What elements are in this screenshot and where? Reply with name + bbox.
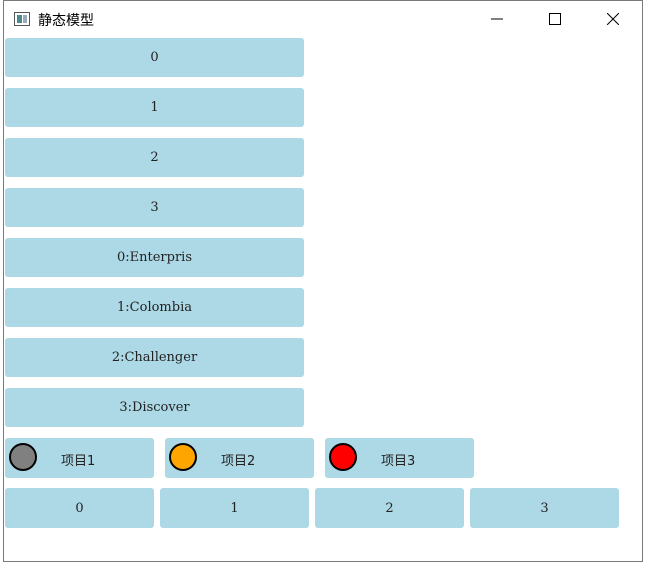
list-item[interactable]: 3 — [5, 188, 304, 227]
status-item-label: 项目3 — [381, 454, 416, 469]
minimize-button[interactable] — [468, 1, 526, 37]
title-bar[interactable]: 静态模型 — [4, 1, 642, 37]
row-item[interactable]: 1 — [160, 488, 309, 528]
list-item[interactable]: 3:Discover — [5, 388, 304, 427]
list-item[interactable]: 1:Colombia — [5, 288, 304, 327]
status-dot-icon — [169, 443, 197, 471]
list-item[interactable]: 0 — [5, 38, 304, 77]
list-item[interactable]: 1 — [5, 88, 304, 127]
row-item[interactable]: 2 — [315, 488, 464, 528]
list-item[interactable]: 2:Challenger — [5, 338, 304, 377]
status-item[interactable]: 项目1 — [5, 438, 154, 478]
row-item[interactable]: 0 — [5, 488, 154, 528]
status-item-label: 项目2 — [221, 454, 256, 469]
status-item-label: 项目1 — [61, 454, 96, 469]
minimize-icon — [491, 18, 503, 20]
list-item[interactable]: 0:Enterpris — [5, 238, 304, 277]
window-title: 静态模型 — [38, 13, 94, 29]
app-window-icon — [14, 12, 30, 26]
app-window: 静态模型 0 1 2 3 0:Enterpris 1:Colombia 2:Ch… — [3, 0, 643, 562]
list-item[interactable]: 2 — [5, 138, 304, 177]
status-dot-icon — [329, 443, 357, 471]
maximize-icon — [549, 13, 561, 25]
status-dot-icon — [9, 443, 37, 471]
maximize-button[interactable] — [526, 1, 584, 37]
close-button[interactable] — [584, 1, 642, 37]
close-icon — [607, 13, 619, 25]
row-item[interactable]: 3 — [470, 488, 619, 528]
status-item[interactable]: 项目3 — [325, 438, 474, 478]
status-item[interactable]: 项目2 — [165, 438, 314, 478]
